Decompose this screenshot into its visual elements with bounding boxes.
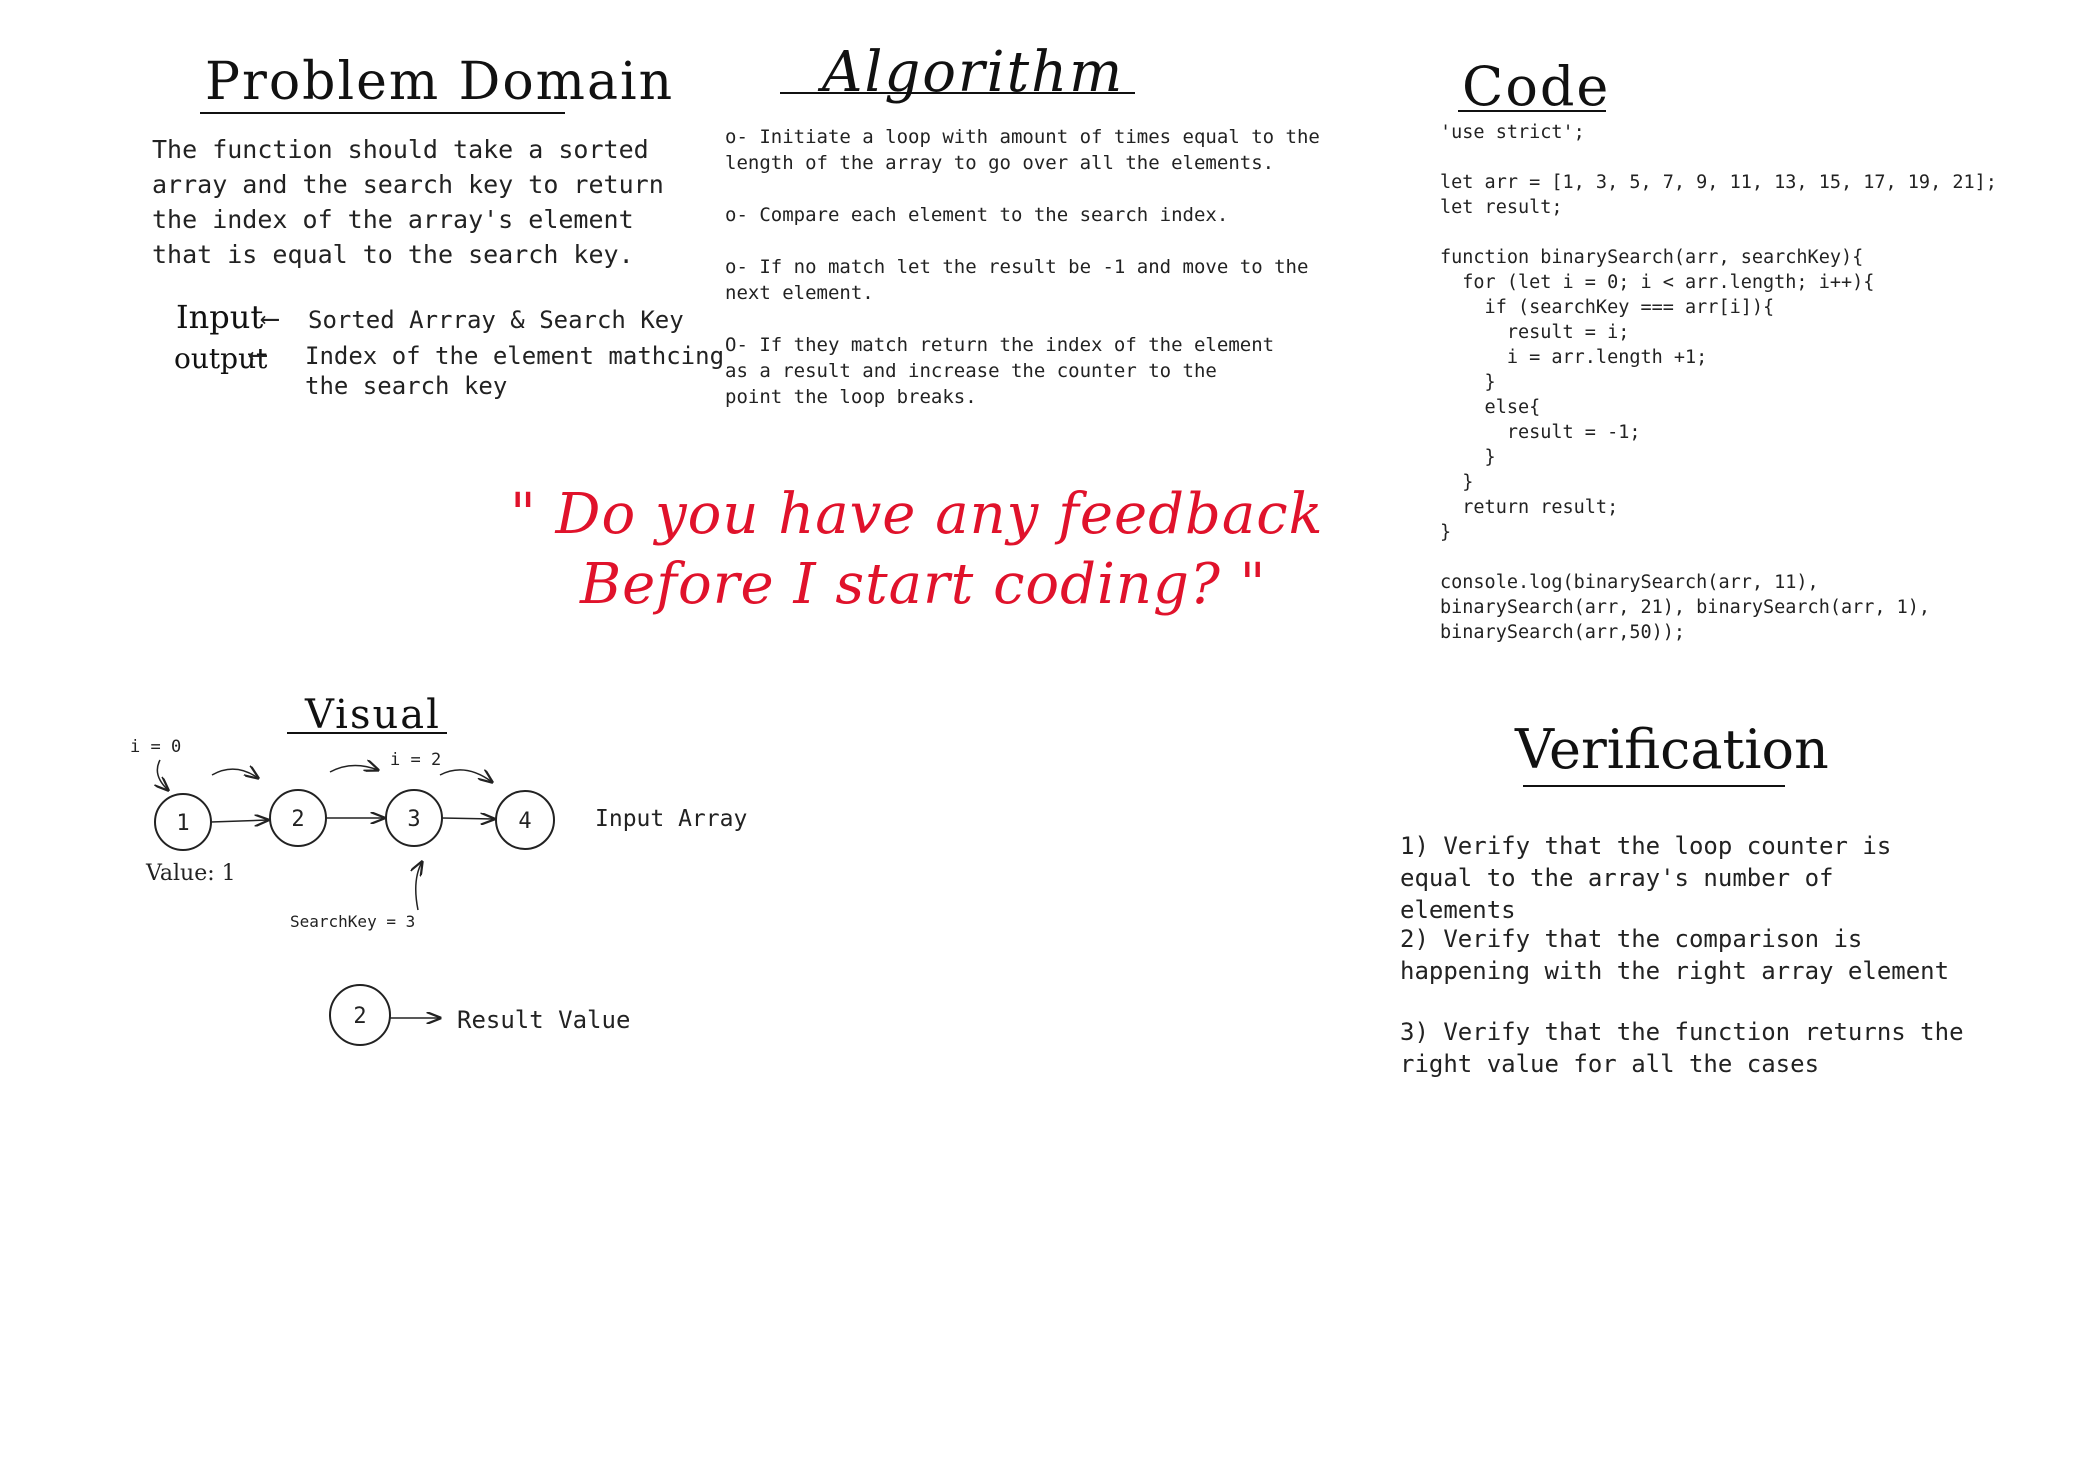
traverse-arrow-3 xyxy=(439,769,492,782)
verification-item-3: 3) Verify that the function returns the … xyxy=(1400,1018,1964,1078)
value-label: Value: 1 xyxy=(145,861,236,886)
array-node-4-value: 4 xyxy=(518,809,531,834)
result-node-value: 2 xyxy=(353,1004,366,1029)
result-label: Result Value xyxy=(457,1006,630,1034)
input-array-label: Input Array xyxy=(595,806,747,832)
traverse-arrow-2 xyxy=(329,765,378,773)
link-arrow-1-2 xyxy=(210,820,268,822)
verification-item-2: 2) Verify that the comparison is happeni… xyxy=(1400,925,1950,985)
array-node-1-value: 1 xyxy=(176,811,189,836)
search-key-arrow xyxy=(416,862,422,911)
array-node-3-value: 3 xyxy=(407,807,420,832)
traverse-arrow-1 xyxy=(211,769,258,778)
i0-pointer-arrow xyxy=(157,759,168,790)
array-node-2-value: 2 xyxy=(291,807,304,832)
search-key-label: SearchKey = 3 xyxy=(290,912,415,931)
verification-underline xyxy=(1523,785,1785,787)
link-arrow-3-4 xyxy=(441,818,494,819)
verification-heading: Verification xyxy=(1515,718,1829,781)
verification-item-1: 1) Verify that the loop counter is equal… xyxy=(1400,832,1892,924)
i0-label: i = 0 xyxy=(130,737,181,757)
i2-label: i = 2 xyxy=(390,750,441,770)
